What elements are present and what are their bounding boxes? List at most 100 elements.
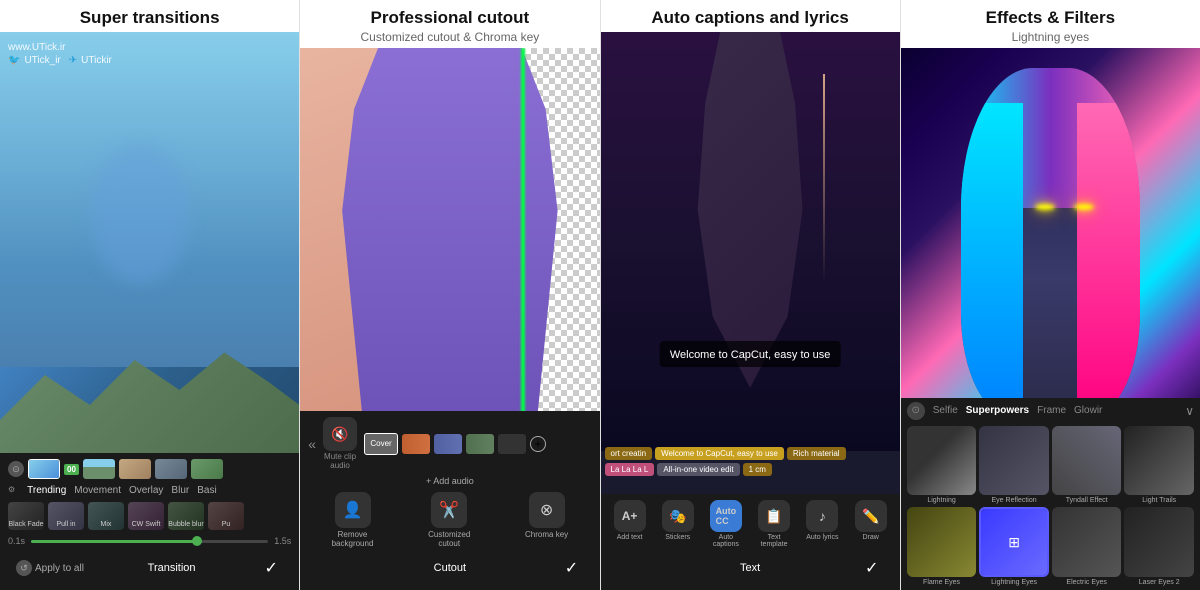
timeline-thumb-4[interactable] <box>191 459 223 479</box>
slider-fill <box>31 540 197 543</box>
side-color-left <box>961 103 1024 419</box>
studio-light <box>823 74 825 283</box>
back-arrow[interactable]: « <box>308 436 316 452</box>
text-confirm-button[interactable]: ✓ <box>860 556 884 580</box>
effects-scene <box>901 48 1200 438</box>
timeline: ⊙ 00 <box>8 459 291 479</box>
cutout-confirm-button[interactable]: ✓ <box>559 556 583 580</box>
auto-captions-label: Autocaptions <box>713 534 739 548</box>
filter-tabs: ⚙ Trending Movement Overlay Blur Basi <box>8 485 291 496</box>
filter-thumb-bubbleblur[interactable]: Bubble blur <box>168 502 204 530</box>
filter-thumb-blackfade[interactable]: Black Fade <box>8 502 44 530</box>
transition-label: Transition <box>148 562 196 574</box>
effect-thumb-flame-eyes <box>907 507 977 577</box>
settings-icon[interactable]: ⊙ <box>8 461 24 477</box>
expand-icon[interactable]: ∨ <box>1185 404 1194 418</box>
effect-eye-reflection[interactable]: Eye Reflection <box>979 426 1049 505</box>
effect-thumb-inner-lightning-eyes: ⊞ <box>981 509 1047 575</box>
effect-label-flame-eyes: Flame Eyes <box>923 579 960 586</box>
tag-5: 1 cm <box>743 463 772 476</box>
effect-label-eye-reflection: Eye Reflection <box>992 497 1037 504</box>
cutout-bottom-label: Cutout <box>434 562 466 574</box>
audio-clip-3[interactable] <box>466 434 494 454</box>
text-template-icon: 📋 <box>758 500 790 532</box>
social-links: 🐦 UTick_ir ✈ UTickir <box>8 55 112 66</box>
draw-tool[interactable]: ✏️ Draw <box>855 500 887 548</box>
mute-icon[interactable]: 🔇 <box>323 417 357 451</box>
filter-blur[interactable]: Blur <box>171 485 189 496</box>
effect-light-trails[interactable]: Light Trails <box>1124 426 1194 505</box>
chroma-key-tool[interactable]: ⊗ Chroma key <box>525 492 568 548</box>
effects-settings-icon[interactable]: ⊙ <box>907 402 925 420</box>
effect-thumb-lightning-eyes: ⊞ <box>979 507 1049 577</box>
stickers-tool[interactable]: 🎭 Stickers <box>662 500 694 548</box>
effect-thumb-inner-electric <box>1052 507 1122 577</box>
filter-trending[interactable]: Trending <box>27 485 66 496</box>
text-template-tool[interactable]: 📋 Texttemplate <box>758 500 790 548</box>
tab-glowir[interactable]: Glowir <box>1074 405 1102 416</box>
panel3-toolbar: Text ✓ <box>609 552 892 584</box>
cutout-label: Customizedcutout <box>428 530 470 548</box>
effect-label-light-trails: Light Trails <box>1142 497 1176 504</box>
filter-thumb-mix[interactable]: Mix <box>88 502 124 530</box>
panel4-subtitle: Lightning eyes <box>913 30 1188 44</box>
add-text-tool[interactable]: A+ Add text <box>614 500 646 548</box>
slider-track[interactable] <box>31 540 268 543</box>
timeline-thumb-2[interactable] <box>119 459 151 479</box>
timeline-thumb-3[interactable] <box>155 459 187 479</box>
audio-clip-4[interactable] <box>498 434 526 454</box>
caption-tags-row2: La La La L All-in-one video edit 1 cm <box>605 463 896 476</box>
effect-flame-eyes[interactable]: Flame Eyes <box>907 507 977 586</box>
effect-thumb-laser-eyes <box>1124 507 1194 577</box>
effect-thumb-tyndall <box>1052 426 1122 496</box>
effect-thumb-lightning <box>907 426 977 496</box>
panel2-image-area: « 🔇 Mute clip audio Cover + <box>300 48 599 590</box>
remove-background-tool[interactable]: 👤 Removebackground <box>332 492 374 548</box>
timeline-thumb-cover[interactable] <box>28 459 60 479</box>
filter-thumb-cwswift[interactable]: CW Swift <box>128 502 164 530</box>
effect-label-laser-eyes: Laser Eyes 2 <box>1139 579 1180 586</box>
effect-lightning-eyes[interactable]: ⊞ Lightning Eyes <box>979 507 1049 586</box>
mute-clip-control: 🔇 Mute clip audio <box>320 417 360 470</box>
watermark-url: www.UTick.ir <box>8 42 112 53</box>
effect-label-tyndall: Tyndall Effect <box>1066 497 1108 504</box>
add-clip-button[interactable]: + <box>530 436 546 452</box>
apply-all-icon[interactable]: ↺ <box>16 560 32 576</box>
panel4-image-area: ⊙ Selfie Superpowers Frame Glowir ∨ Ligh… <box>901 48 1200 590</box>
auto-captions-icon: AutoCC <box>710 500 742 532</box>
filter-basi[interactable]: Basi <box>197 485 216 496</box>
effect-lightning[interactable]: Lightning <box>907 426 977 505</box>
mute-label: Mute clip audio <box>320 452 360 470</box>
cover-thumb[interactable]: Cover <box>364 433 398 455</box>
effects-grid: Lightning Eye Reflection Tyndall Effect <box>907 426 1194 586</box>
slider-thumb[interactable] <box>192 536 202 546</box>
confirm-button[interactable]: ✓ <box>259 556 283 580</box>
filter-overlay[interactable]: Overlay <box>129 485 163 496</box>
effect-laser-eyes[interactable]: Laser Eyes 2 <box>1124 507 1194 586</box>
effect-thumb-inner-eye-ref <box>979 426 1049 496</box>
settings-gear[interactable]: ⚙ <box>8 485 15 496</box>
text-template-label: Texttemplate <box>761 534 788 548</box>
text-bottom-label: Text <box>740 562 760 574</box>
effect-electric-eyes[interactable]: Electric Eyes <box>1052 507 1122 586</box>
tab-frame[interactable]: Frame <box>1037 405 1066 416</box>
effect-tyndall[interactable]: Tyndall Effect <box>1052 426 1122 505</box>
timeline-marker: 00 <box>64 464 79 475</box>
audio-clip-1[interactable] <box>402 434 430 454</box>
tab-selfie[interactable]: Selfie <box>933 405 958 416</box>
filter-thumb-pu[interactable]: Pu <box>208 502 244 530</box>
tab-superpowers[interactable]: Superpowers <box>966 405 1029 416</box>
auto-captions-tool[interactable]: AutoCC Autocaptions <box>710 500 742 548</box>
panel-effects-filters: Effects & Filters Lightning eyes <box>901 0 1200 590</box>
add-audio-button[interactable]: + Add audio <box>308 476 591 486</box>
audio-clip-2[interactable] <box>434 434 462 454</box>
overlay-blob <box>90 144 190 284</box>
timeline-thumb-1[interactable] <box>83 459 115 479</box>
remove-bg-label: Removebackground <box>332 530 374 548</box>
filter-thumb-pullin[interactable]: Pull in <box>48 502 84 530</box>
cover-section: Cover <box>364 433 398 455</box>
filter-movement[interactable]: Movement <box>74 485 121 496</box>
auto-lyrics-tool[interactable]: ♪ Auto lyrics <box>806 500 838 548</box>
effect-label-lightning-eyes: Lightning Eyes <box>991 579 1037 586</box>
customized-cutout-tool[interactable]: ✂️ Customizedcutout <box>428 492 470 548</box>
